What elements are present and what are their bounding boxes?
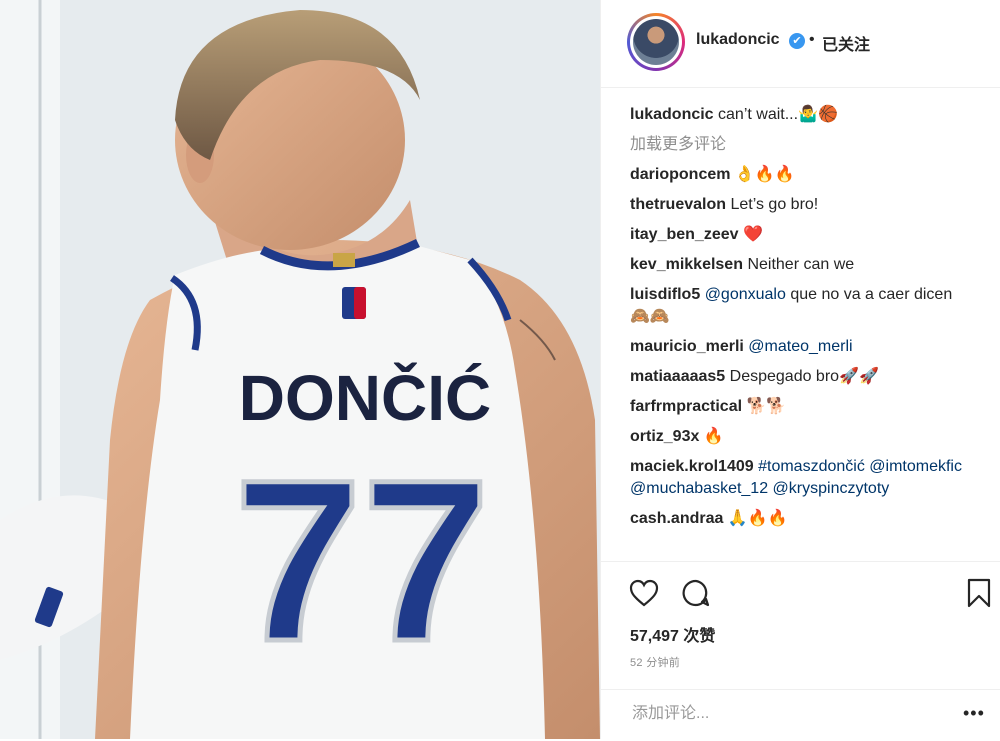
heart-icon[interactable] [629,579,659,607]
comment-list: lukadoncic can’t wait...🤷‍♂️🏀 加载更多评论 dar… [630,104,970,538]
comment: maciek.krol1409 #tomaszdončić @imtomekfi… [630,456,970,500]
comment: itay_ben_zeev ❤️ [630,224,970,246]
caption-text: can’t wait...🤷‍♂️🏀 [718,106,838,123]
comment: mauricio_merli @mateo_merli [630,336,970,358]
comment-text: 🔥 [703,428,724,445]
add-comment-bar: ••• [601,689,1000,741]
comment: matiaaaaas5 Despegado bro🚀🚀 [630,366,970,388]
header-username[interactable]: lukadoncic [696,31,780,49]
comment-text: Neither can we [747,256,855,273]
mention-link[interactable]: @mateo_merli [748,338,852,355]
add-comment-input[interactable] [630,704,934,724]
caption-username[interactable]: lukadoncic [630,106,714,123]
comment-text: ❤️ [742,226,763,243]
comment-text: 🐕🐕 [746,398,787,415]
comment: cash.andraa 🙏🔥🔥 [630,508,970,530]
bookmark-icon[interactable] [966,578,992,608]
comment-username[interactable]: itay_ben_zeev [630,226,739,243]
comment-username[interactable]: mauricio_merli [630,338,744,355]
caption: lukadoncic can’t wait...🤷‍♂️🏀 [630,104,970,126]
post-photo[interactable]: DONČIĆ 77 [0,0,600,739]
comment: luisdiflo5 @gonxualo que no va a caer di… [630,284,970,328]
post-time[interactable]: 52 分钟前 [630,654,680,670]
mention-link[interactable]: @gonxualo [705,286,786,303]
likes-count[interactable]: 57,497 次赞 [630,622,715,646]
comment-icon[interactable] [681,578,711,608]
comment-username[interactable]: matiaaaaas5 [630,368,725,385]
post-actions: 57,497 次赞 52 分钟前 ••• [601,561,1000,740]
comment-username[interactable]: thetruevalon [630,196,726,213]
comment-username[interactable]: luisdiflo5 [630,286,700,303]
separator-dot: • [809,31,815,48]
follow-button[interactable]: 已关注 [822,31,870,55]
comment: kev_mikkelsen Neither can we [630,254,970,276]
post-side-panel: lukadoncic ✔ • 已关注 lukadoncic can’t wait… [600,0,1000,739]
verified-icon: ✔ [789,33,805,49]
post-header: lukadoncic ✔ • 已关注 [601,0,1000,88]
comment: darioponcem 👌🔥🔥 [630,164,970,186]
comment: ortiz_93x 🔥 [630,426,970,448]
comment-username[interactable]: kev_mikkelsen [630,256,743,273]
more-options-icon[interactable]: ••• [963,703,985,724]
comment-username[interactable]: darioponcem [630,166,730,183]
jersey-number: 77 [234,432,490,689]
comment-username[interactable]: farfrmpractical [630,398,742,415]
comment-text: Let’s go bro! [730,196,819,213]
comment-username[interactable]: cash.andraa [630,510,723,527]
comment: thetruevalon Let’s go bro! [630,194,970,216]
avatar[interactable] [627,13,685,71]
comment-username[interactable]: ortiz_93x [630,428,699,445]
comment-text: 👌🔥🔥 [734,166,795,183]
comment-username[interactable]: maciek.krol1409 [630,458,754,475]
comment-text: Despegado bro🚀🚀 [729,368,879,385]
comment: farfrmpractical 🐕🐕 [630,396,970,418]
jersey-illustration: DONČIĆ 77 [0,0,600,739]
load-more-comments-button[interactable]: 加载更多评论 [630,134,970,156]
comment-text: 🙏🔥🔥 [727,510,788,527]
jersey-name: DONČIĆ [239,361,491,434]
